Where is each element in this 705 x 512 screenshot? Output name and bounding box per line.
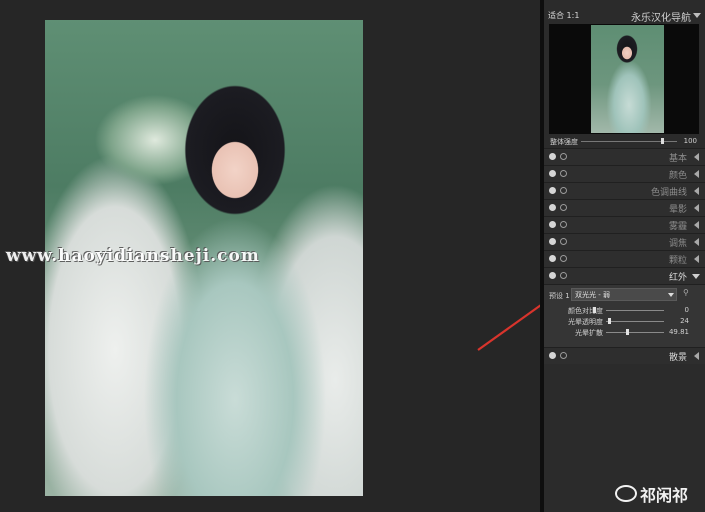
toggle-icon[interactable] [549,255,556,262]
expand-icon[interactable] [694,153,699,161]
panel-sections: 基本 颜色 色调曲线 晕影 雾霾 调焦 颗粒 红外 预设 1 双光光 - 弱 ⚲… [544,148,705,364]
navigator-thumbnail[interactable] [591,25,664,133]
infrared-settings: 预设 1 双光光 - 弱 ⚲ 颜色对比度 0 光晕透明度 24 光晕扩散 49.… [544,284,705,347]
reset-icon[interactable] [560,352,567,359]
reset-icon[interactable] [560,153,567,160]
photo-canvas: www.haoyidiansheji.com [0,0,554,512]
param-track[interactable] [606,321,664,322]
section-grain[interactable]: 颗粒 [544,250,705,267]
weibo-icon [615,485,637,502]
preset-value: 双光光 - 弱 [575,291,610,299]
section-infrared[interactable]: 红外 [544,267,705,284]
collapse-icon[interactable] [692,274,700,279]
param-row[interactable]: 光晕透明度 24 [544,317,705,326]
slider-knob[interactable] [661,138,664,144]
reset-icon[interactable] [560,272,567,279]
weibo-name: 祁闲祁 [640,486,689,505]
toggle-icon[interactable] [549,238,556,245]
reset-icon[interactable] [560,170,567,177]
section-label: 调焦 [668,239,687,249]
preset-dropdown[interactable]: 双光光 - 弱 [571,288,677,301]
expand-icon[interactable] [694,170,699,178]
section-bokeh[interactable]: 散景 [544,347,705,364]
expand-icon[interactable] [694,255,699,263]
section-label: 颜色 [668,171,687,181]
navigator-header: 适合 1:1 永乐汉化导航 [544,8,705,24]
param-value: 24 [680,317,689,325]
toggle-icon[interactable] [549,272,556,279]
section-haze[interactable]: 雾霾 [544,216,705,233]
param-value: 0 [684,306,689,314]
section-label: 晕影 [668,205,687,215]
section-label: 基本 [668,154,687,164]
section-focus[interactable]: 调焦 [544,233,705,250]
toggle-icon[interactable] [549,170,556,177]
section-label: 色调曲线 [650,188,687,198]
toggle-icon[interactable] [549,204,556,211]
expand-icon[interactable] [694,204,699,212]
reset-icon[interactable] [560,255,567,262]
overall-strength-value: 100 [683,137,697,145]
section-vignette[interactable]: 晕影 [544,199,705,216]
param-label: 光晕透明度 [568,318,603,326]
toggle-icon[interactable] [549,187,556,194]
reset-icon[interactable] [560,204,567,211]
overall-strength-label: 整体强度 [550,138,578,146]
section-tone-curve[interactable]: 色调曲线 [544,182,705,199]
param-knob[interactable] [626,329,629,335]
param-row[interactable]: 光晕扩散 49.81 [544,328,705,337]
collapse-icon[interactable] [693,13,701,18]
param-label: 光晕扩散 [575,329,603,337]
toggle-icon[interactable] [549,221,556,228]
chevron-down-icon [668,293,674,297]
reset-icon[interactable] [560,238,567,245]
section-basic[interactable]: 基本 [544,148,705,165]
reset-icon[interactable] [560,187,567,194]
expand-icon[interactable] [694,352,699,360]
param-label: 颜色对比度 [568,307,603,315]
overall-strength-slider[interactable]: 整体强度 100 [549,137,701,146]
zoom-fit-label[interactable]: 适合 1:1 [548,10,579,21]
reset-icon[interactable] [560,221,567,228]
watermark-text: www.haoyidiansheji.com [6,246,260,266]
param-track[interactable] [606,332,664,333]
section-label: 散景 [668,353,687,363]
param-row[interactable]: 颜色对比度 0 [544,306,705,315]
navigator-title: 永乐汉化导航 [631,13,691,24]
right-panel: 适合 1:1 永乐汉化导航 整体强度 100 基本 颜色 色调曲线 晕影 雾霾 … [544,0,705,512]
section-label: 雾霾 [668,222,687,232]
expand-icon[interactable] [694,221,699,229]
param-track[interactable] [606,310,664,311]
preset-label: 预设 1 [549,292,570,300]
expand-icon[interactable] [694,238,699,246]
weibo-logo: 祁闲祁 [615,482,688,506]
navigator-preview[interactable] [549,24,699,134]
section-label: 红外 [668,273,687,283]
param-knob[interactable] [608,318,611,324]
section-color[interactable]: 颜色 [544,165,705,182]
toggle-icon[interactable] [549,352,556,359]
param-knob[interactable] [593,307,596,313]
param-value: 49.81 [668,328,689,336]
toggle-icon[interactable] [549,153,556,160]
preset-options-icon[interactable]: ⚲ [683,288,689,297]
section-label: 颗粒 [668,256,687,266]
expand-icon[interactable] [694,187,699,195]
